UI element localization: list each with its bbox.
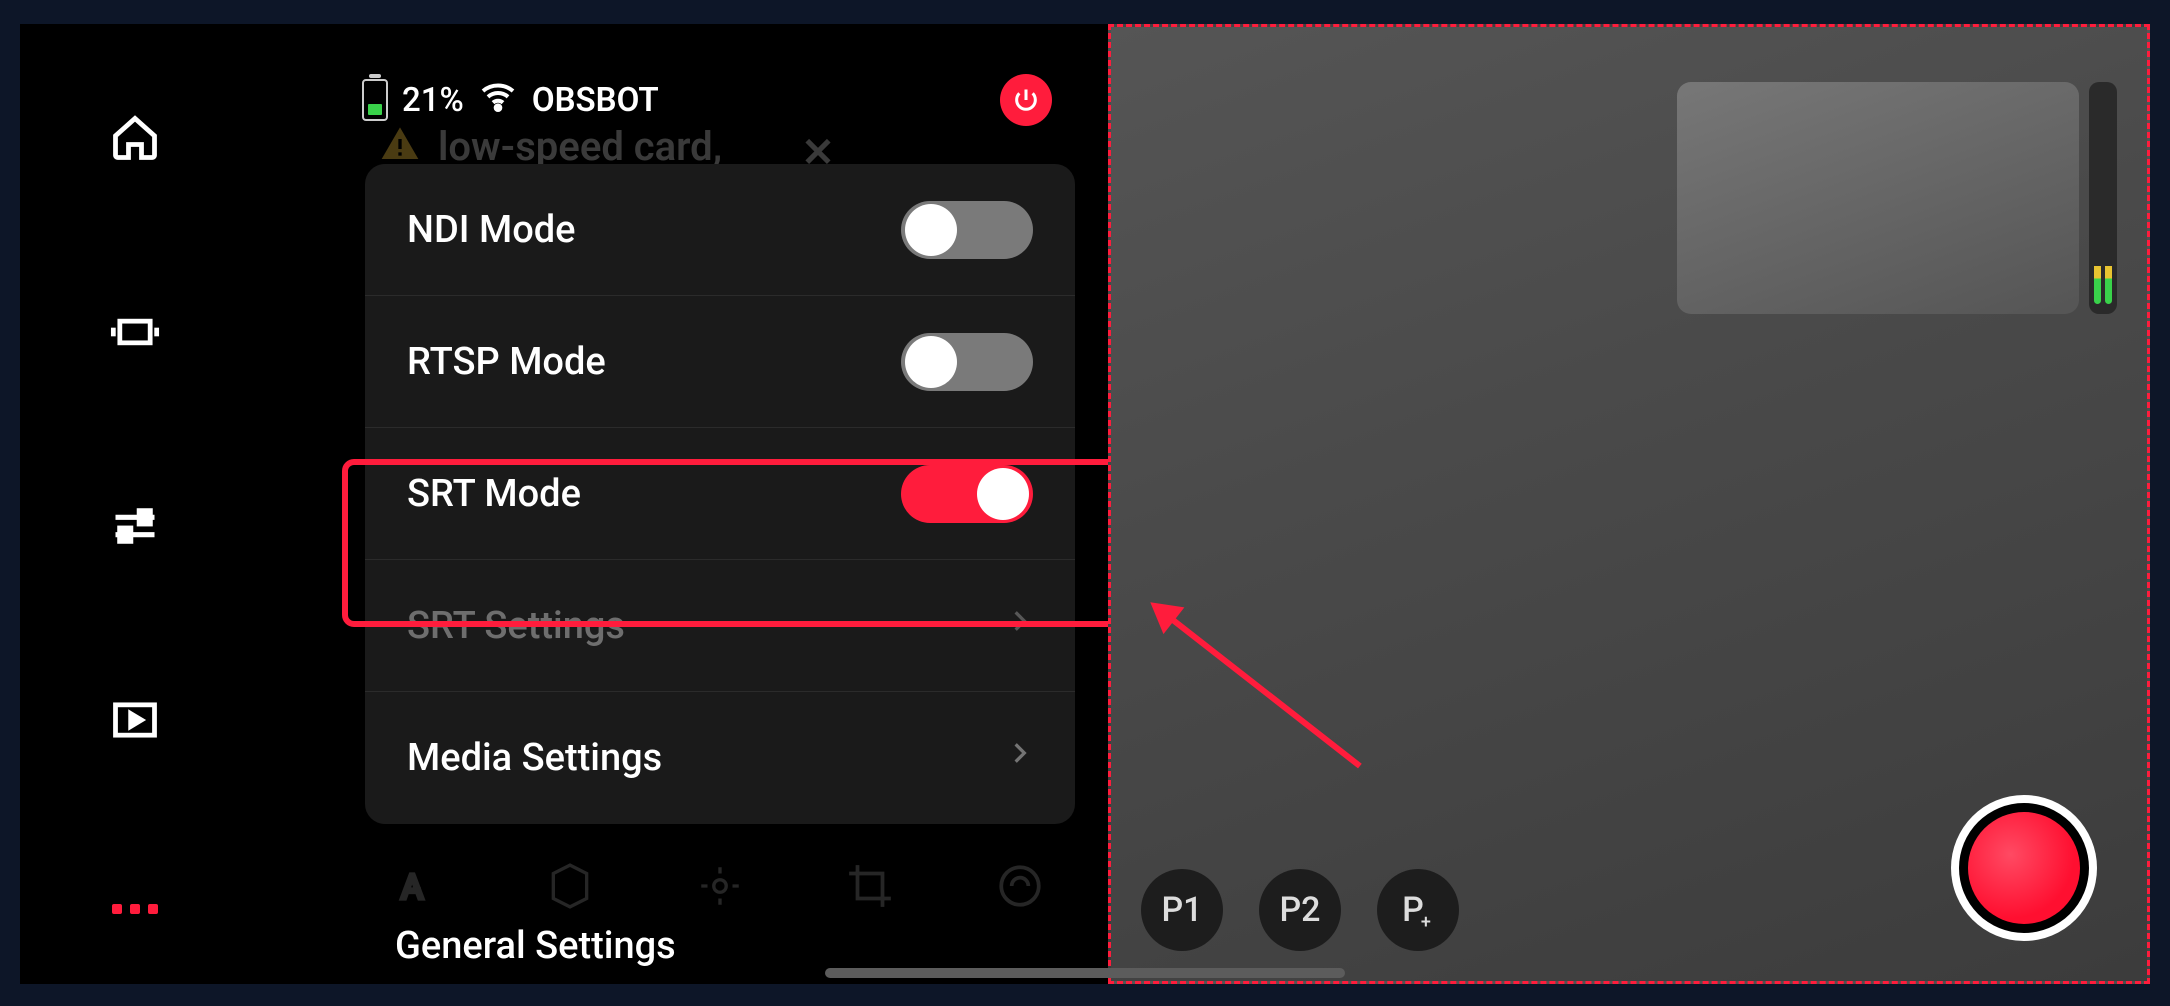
srt-mode-label: SRT Mode <box>407 472 581 516</box>
media-settings-row[interactable]: Media Settings <box>365 692 1075 824</box>
preset-add-button[interactable]: P+ <box>1377 869 1459 951</box>
ndi-mode-toggle[interactable] <box>901 201 1033 259</box>
more-icon[interactable] <box>112 904 158 914</box>
power-button[interactable] <box>1000 74 1052 126</box>
left-nav <box>20 24 250 984</box>
preset-buttons: P1 P2 P+ <box>1141 869 1459 951</box>
ndi-mode-label: NDI Mode <box>407 208 576 252</box>
home-indicator <box>825 968 1345 978</box>
record-button[interactable] <box>1951 795 2097 941</box>
preset-1-button[interactable]: P1 <box>1141 869 1223 951</box>
general-settings-heading[interactable]: General Settings <box>395 924 676 968</box>
media-icon[interactable] <box>109 694 161 750</box>
camera-preview: P1 P2 P+ <box>1108 24 2150 984</box>
battery-percent: 21% <box>402 81 464 120</box>
frame-icon[interactable] <box>109 306 161 362</box>
annotation-arrow <box>1153 604 1362 769</box>
pip-preview[interactable] <box>1677 82 2079 314</box>
srt-mode-toggle[interactable] <box>901 465 1033 523</box>
battery-icon <box>362 79 388 121</box>
rtsp-mode-toggle[interactable] <box>901 333 1033 391</box>
settings-panel-column: 21% OBSBOT low-speed card, please replac… <box>250 24 1108 984</box>
sliders-icon[interactable] <box>109 500 161 556</box>
background-toolbar-icons: A <box>395 861 1045 911</box>
status-bar: 21% OBSBOT <box>250 74 1108 126</box>
srt-mode-row: SRT Mode <box>365 428 1075 560</box>
ndi-mode-row: NDI Mode <box>365 164 1075 296</box>
srt-settings-row[interactable]: SRT Settings <box>365 560 1075 692</box>
chevron-right-icon <box>1007 731 1033 785</box>
chevron-right-icon <box>1007 599 1033 653</box>
rtsp-mode-row: RTSP Mode <box>365 296 1075 428</box>
network-settings-panel: NDI Mode RTSP Mode SRT Mode SRT Settings… <box>365 164 1075 824</box>
wifi-icon <box>478 76 518 125</box>
rtsp-mode-label: RTSP Mode <box>407 340 606 384</box>
device-name: OBSBOT <box>532 81 659 120</box>
media-settings-label: Media Settings <box>407 736 662 780</box>
audio-level-meter <box>2089 82 2117 314</box>
home-icon[interactable] <box>109 112 161 168</box>
srt-settings-label: SRT Settings <box>407 604 625 648</box>
preset-2-button[interactable]: P2 <box>1259 869 1341 951</box>
svg-text:A: A <box>401 869 423 908</box>
